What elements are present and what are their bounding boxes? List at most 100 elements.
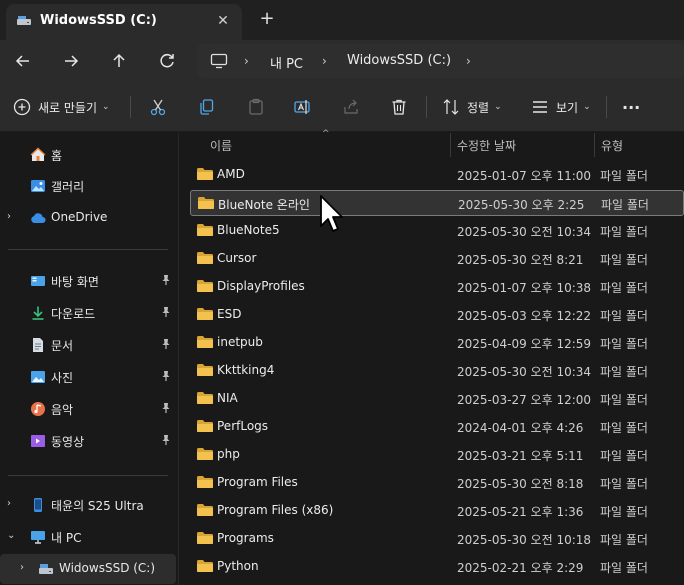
sidebar-item-home[interactable]: 홈 (0, 140, 176, 170)
new-tab-button[interactable]: + (256, 8, 278, 30)
delete-icon (392, 99, 406, 115)
sidebar-item-documents[interactable]: 문서 (0, 330, 176, 360)
rename-button[interactable] (293, 94, 313, 120)
column-separator[interactable] (594, 133, 595, 157)
file-type: 파일 폴더 (600, 477, 648, 491)
chevron-down-icon: ⌄ (583, 102, 591, 112)
column-header-modified[interactable]: 수정한 날짜 (457, 137, 516, 154)
file-row[interactable]: Program Files (x86) 2025-05-21 오후 1:36 파일 … (190, 498, 684, 524)
view-button-label: 보기 (556, 100, 579, 115)
copy-icon (200, 99, 214, 115)
file-modified-date: 2025-04-09 오후 12:59 (457, 337, 592, 351)
file-row[interactable]: php 2025-03-21 오후 5:11 파일 폴더 (190, 442, 684, 468)
copy-button[interactable] (197, 94, 217, 120)
pane-splitter[interactable] (178, 133, 179, 585)
column-separator[interactable] (450, 133, 451, 157)
chevron-right-icon[interactable]: › (7, 211, 17, 222)
file-row[interactable]: Kkttking4 2025-05-30 오전 10:34 파일 폴더 (190, 358, 684, 384)
file-type: 파일 폴더 (600, 337, 648, 351)
file-type: 파일 폴더 (600, 393, 648, 407)
tab-widows-ssd[interactable]: WidowsSSD (C:) ✕ (6, 4, 242, 40)
sidebar-item-label: 갤러리 (51, 180, 85, 194)
share-button[interactable] (341, 94, 361, 120)
pin-icon[interactable] (160, 274, 172, 286)
breadcrumb-my-pc[interactable]: 내 PC (270, 53, 303, 72)
pin-icon[interactable] (160, 338, 172, 350)
sidebar-item-desktop[interactable]: 바탕 화면 (0, 266, 176, 296)
file-row[interactable]: Programs 2025-05-30 오전 10:18 파일 폴더 (190, 526, 684, 552)
pin-icon[interactable] (160, 370, 172, 382)
address-bar[interactable]: › 내 PC › WidowsSSD (C:) › (198, 44, 684, 78)
breadcrumb-separator[interactable]: › (244, 54, 256, 68)
sidebar-item-videos[interactable]: 동영상 (0, 426, 176, 456)
breadcrumb-separator[interactable]: › (466, 54, 478, 68)
file-name: php (217, 447, 240, 461)
close-tab-button[interactable]: ✕ (214, 12, 232, 30)
folder-icon (197, 364, 213, 376)
file-row[interactable]: BlueNote5 2025-05-30 오전 10:34 파일 폴더 (190, 218, 684, 244)
delete-button[interactable] (389, 94, 409, 120)
pictures-icon (31, 371, 45, 383)
sidebar-item-downloads[interactable]: 다운로드 (0, 298, 176, 328)
file-type: 파일 폴더 (601, 198, 649, 212)
drive-icon (39, 564, 53, 574)
pin-icon[interactable] (160, 306, 172, 318)
file-row[interactable]: NIA 2025-03-27 오후 12:00 파일 폴더 (190, 386, 684, 412)
file-row[interactable]: PerfLogs 2024-04-01 오후 4:26 파일 폴더 (190, 414, 684, 440)
file-row[interactable]: ESD 2025-05-03 오후 12:22 파일 폴더 (190, 302, 684, 328)
folder-icon (197, 280, 213, 292)
rename-icon (294, 100, 310, 114)
up-button[interactable] (107, 49, 131, 73)
file-name: Program Files (x86) (217, 503, 334, 517)
chevron-right-icon[interactable]: › (7, 498, 17, 509)
pin-icon[interactable] (160, 402, 172, 414)
refresh-icon (160, 53, 174, 68)
sidebar-item-this-pc[interactable]: ⌄ 내 PC (0, 522, 176, 552)
sidebar-item-pictures[interactable]: 사진 (0, 362, 176, 392)
file-row[interactable]: Cursor 2025-05-30 오전 8:21 파일 폴더 (190, 246, 684, 272)
file-row[interactable]: Program Files 2025-05-30 오전 8:18 파일 폴더 (190, 470, 684, 496)
pin-icon[interactable] (160, 434, 172, 446)
sidebar-item-drive-c[interactable]: › WidowsSSD (C:) (0, 554, 176, 584)
sidebar-divider (8, 249, 168, 250)
paste-button[interactable] (246, 94, 266, 120)
breadcrumb-separator[interactable]: › (322, 54, 334, 68)
sidebar-item-phone[interactable]: › 태윤의 S25 Ultra (0, 490, 176, 520)
share-icon (344, 99, 358, 114)
file-name: Programs (217, 531, 274, 545)
sidebar-item-onedrive[interactable]: › OneDrive (0, 203, 176, 233)
chevron-right-icon[interactable]: › (20, 562, 30, 573)
arrow-right-icon (65, 55, 79, 67)
refresh-button[interactable] (155, 49, 179, 73)
file-row[interactable]: AMD 2025-01-07 오후 11:00 파일 폴더 (190, 162, 684, 188)
cut-button[interactable] (148, 94, 168, 120)
file-type: 파일 폴더 (600, 561, 648, 575)
back-button[interactable] (11, 49, 35, 73)
column-header-type[interactable]: 유형 (601, 137, 623, 154)
file-row[interactable]: inetpub 2025-04-09 오후 12:59 파일 폴더 (190, 330, 684, 356)
more-options-button[interactable]: ··· (622, 94, 640, 120)
arrow-left-icon (15, 55, 29, 67)
home-icon (30, 147, 46, 161)
column-header-row: ^ 이름 수정한 날짜 유형 (180, 129, 684, 157)
sidebar-item-gallery[interactable]: 갤러리 (0, 171, 176, 201)
file-row[interactable]: BlueNote 온라인 2025-05-30 오후 2:25 파일 폴더 (190, 190, 684, 216)
folder-icon (197, 308, 213, 320)
column-header-name[interactable]: 이름 (210, 137, 232, 154)
file-row[interactable]: DisplayProfiles 2025-01-07 오후 10:38 파일 폴더 (190, 274, 684, 300)
navigation-bar: › 내 PC › WidowsSSD (C:) › (0, 40, 684, 82)
new-button[interactable]: 새로 만들기 ⌄ (12, 94, 110, 120)
sidebar-item-label: 바탕 화면 (51, 275, 99, 289)
file-row[interactable]: Python 2025-02-21 오후 2:29 파일 폴더 (190, 554, 684, 580)
sort-button[interactable]: 정렬 ⌄ (441, 94, 502, 120)
folder-icon (197, 252, 213, 264)
view-button[interactable]: 보기 ⌄ (530, 94, 591, 120)
sort-icon (443, 99, 459, 115)
folder-icon (197, 168, 213, 180)
paste-icon (249, 98, 263, 115)
chevron-down-icon[interactable]: ⌄ (7, 530, 17, 541)
forward-button[interactable] (59, 49, 83, 73)
sidebar-item-music[interactable]: 음악 (0, 394, 176, 424)
breadcrumb-drive[interactable]: WidowsSSD (C:) (347, 53, 451, 68)
file-name: BlueNote 온라인 (218, 198, 310, 212)
